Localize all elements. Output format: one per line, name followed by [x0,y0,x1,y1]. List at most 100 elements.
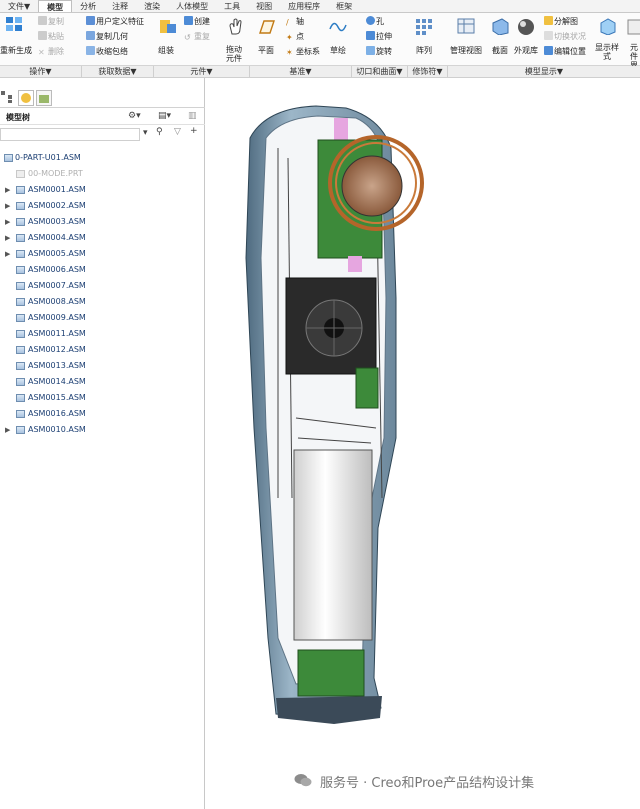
menu-tab-5[interactable]: 人体模型 [168,0,216,12]
copy-geometry-button[interactable]: 复制几何 [86,31,128,42]
udf-button[interactable]: 用户定义特征 [86,16,144,27]
tree-item[interactable]: ▶ ASM0010.ASM [0,422,205,438]
menu-tab-8[interactable]: 应用程序 [280,0,328,12]
tree-item[interactable]: ASM0012.ASM [0,342,205,358]
edit-position-icon [544,46,553,55]
repeat-button[interactable]: ↺ 重复 [184,31,210,42]
tree-settings-icon[interactable]: ⚙▾ [128,111,141,121]
pattern-button[interactable]: 阵列 [416,45,432,56]
point-button[interactable]: ✦ 点 [286,31,304,42]
group-operations[interactable]: 操作▼ [0,66,82,78]
component-interface-icon[interactable] [626,17,640,35]
tree-item[interactable]: ▶ ASM0002.ASM [0,198,205,214]
graphics-viewport[interactable] [206,78,640,809]
tree-item[interactable]: ▶ ASM0003.ASM [0,214,205,230]
section-button[interactable]: 截面 [492,45,508,56]
tree-layout-icon[interactable] [0,90,16,106]
group-cuts-surfaces[interactable]: 切口和曲面▼ [352,66,408,78]
assembly-icon [16,250,25,258]
model-tree: 0-PART-U01.ASM 00-MODE.PRT ▶ ASM0001.ASM ▶ AS… [0,150,205,438]
regenerate-button[interactable]: 重新生成 [0,45,32,56]
tree-root[interactable]: 0-PART-U01.ASM [0,150,205,166]
manage-views-icon[interactable] [456,17,476,35]
drag-components-button[interactable]: 拖动元件 [226,45,248,63]
tree-item[interactable]: ▶ ASM0005.ASM [0,246,205,262]
tree-item[interactable]: ASM0011.ASM [0,326,205,342]
assemble-button[interactable]: 组装 [158,45,174,56]
drag-hand-icon[interactable] [226,17,246,35]
appearance-sphere-icon[interactable] [516,17,536,35]
menu-tab-0[interactable]: 文件▼ [0,0,38,12]
group-components[interactable]: 元件▼ [154,66,250,78]
section-icon[interactable] [490,17,510,35]
tree-item[interactable]: ASM0006.ASM [0,262,205,278]
tree-item[interactable]: ASM0008.ASM [0,294,205,310]
expand-arrow-icon[interactable]: ▶ [5,214,10,230]
tree-search-input[interactable] [0,128,140,141]
tree-filter-display-icon[interactable]: ▥ [188,111,197,121]
tree-item[interactable]: ASM0009.ASM [0,310,205,326]
tab-folder-browser[interactable] [36,90,52,106]
tree-item[interactable]: ASM0007.ASM [0,278,205,294]
model-tree-header: 模型树 ⚙▾ ▤▾ ▥ [0,110,205,125]
expand-arrow-icon[interactable]: ▶ [5,198,10,214]
plane-button[interactable]: 平面 [258,45,274,56]
filter-icon[interactable]: ▽ [174,127,181,137]
display-style-icon[interactable] [598,17,618,35]
copy-button[interactable]: 复制 [38,16,64,27]
group-modifiers[interactable]: 修饰符▼ [408,66,448,78]
menu-tab-9[interactable]: 框架 [328,0,360,12]
tree-item[interactable]: ▶ ASM0004.ASM [0,230,205,246]
menu-tab-3[interactable]: 注释 [104,0,136,12]
tree-item[interactable]: ▶ ASM0001.ASM [0,182,205,198]
appearance-button[interactable]: 外观库 [514,45,538,56]
group-get-data[interactable]: 获取数据▼ [82,66,154,78]
extrude-button[interactable]: 拉伸 [366,31,392,42]
expand-arrow-icon[interactable]: ▶ [5,182,10,198]
manage-views-button[interactable]: 管理视图 [450,45,482,56]
paste-button[interactable]: 粘贴 [38,31,64,42]
menu-tab-1[interactable]: 模型 [38,0,73,12]
tree-item[interactable]: ASM0015.ASM [0,390,205,406]
revolve-icon [366,46,375,55]
tree-item[interactable]: ASM0014.ASM [0,374,205,390]
delete-button[interactable]: ✕ 删除 [38,46,64,57]
pattern-icon[interactable] [414,17,434,35]
menu-tab-7[interactable]: 视图 [248,0,280,12]
shrinkwrap-label: 收缩包络 [96,47,128,56]
ribbon-toolbar: 重新生成 复制 粘贴 ✕ 删除 用户定义特征 复制几何 收缩包络 组装 创建 ↺ 重… [0,13,640,79]
create-button[interactable]: 创建 [184,16,210,27]
revolve-button[interactable]: 旋转 [366,46,392,57]
search-dropdown-icon[interactable]: ▾ [143,128,148,138]
expand-arrow-icon[interactable]: ▶ [5,230,10,246]
find-binoculars-icon[interactable]: ⚲ [156,127,163,137]
axis-button[interactable]: / 轴 [286,16,304,27]
tab-model-tree[interactable] [18,90,34,106]
edit-position-label: 编辑位置 [554,47,586,56]
group-model-display[interactable]: 模型显示▼ [448,66,640,78]
menu-tab-2[interactable]: 分析 [72,0,104,12]
display-style-button[interactable]: 显示样式 [594,43,620,61]
expand-arrow-icon[interactable]: ▶ [5,422,10,438]
tree-item[interactable]: ASM0013.ASM [0,358,205,374]
menu-tab-6[interactable]: 工具 [216,0,248,12]
tree-item[interactable]: 00-MODE.PRT [0,166,205,182]
plane-icon[interactable] [256,17,276,35]
edit-position-button[interactable]: 编辑位置 [544,46,586,57]
group-datum[interactable]: 基准▼ [250,66,352,78]
assemble-icon[interactable] [158,17,178,35]
tree-item[interactable]: ASM0016.ASM [0,406,205,422]
sketch-button[interactable]: 草绘 [330,45,346,56]
expand-arrow-icon[interactable]: ▶ [5,246,10,262]
exploded-view-button[interactable]: 分解图 [544,16,578,27]
part-icon [16,170,25,178]
tree-columns-icon[interactable]: ▤▾ [158,111,171,121]
add-icon[interactable]: + [190,126,198,136]
shrinkwrap-button[interactable]: 收缩包络 [86,46,128,57]
toggle-status-button[interactable]: 切换状况 [544,31,586,42]
regenerate-icon[interactable] [4,15,24,33]
sketch-icon[interactable] [328,17,348,35]
csys-button[interactable]: ✶ 坐标系 [286,46,320,57]
menu-tab-4[interactable]: 渲染 [136,0,168,12]
hole-button[interactable]: 孔 [366,16,384,27]
